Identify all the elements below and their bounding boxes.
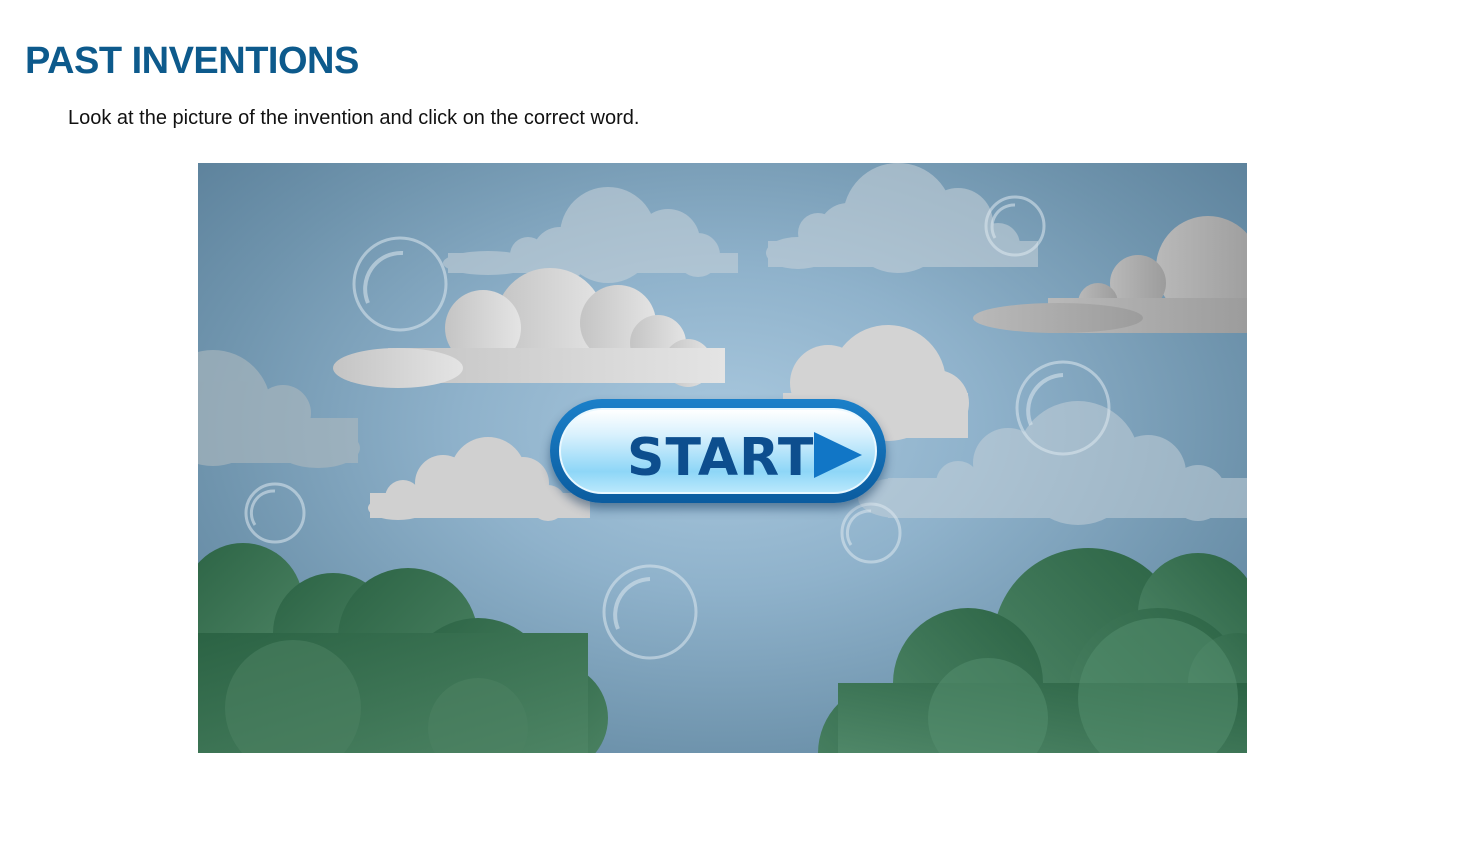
bubble-icon — [352, 236, 448, 332]
start-button[interactable]: START — [550, 399, 886, 503]
bubble-icon — [244, 482, 306, 544]
cloud-top-middle — [766, 163, 1038, 273]
start-button-label: START — [627, 428, 815, 488]
game-stage: START — [198, 163, 1247, 753]
play-icon — [814, 432, 862, 478]
page-title: PAST INVENTIONS — [25, 40, 359, 82]
start-button-face: START — [559, 408, 877, 494]
cloud-top-left — [443, 187, 738, 283]
bubble-icon — [602, 564, 698, 660]
instructions-text: Look at the picture of the invention and… — [68, 107, 640, 129]
